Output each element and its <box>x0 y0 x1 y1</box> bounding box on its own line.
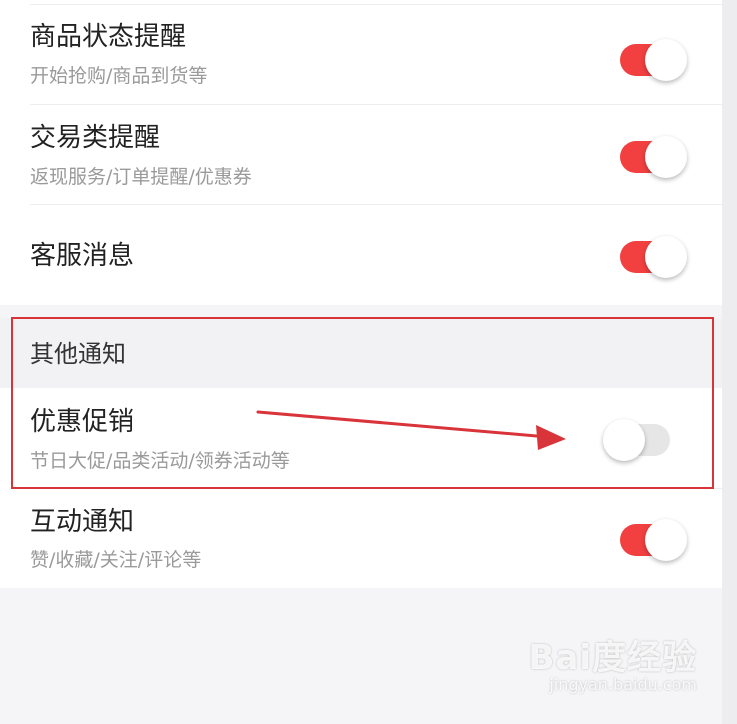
setting-subtitle: 返现服务/订单提醒/优惠券 <box>30 166 252 188</box>
toggle-knob <box>603 419 645 461</box>
setting-subtitle: 节日大促/品类活动/领券活动等 <box>30 450 290 472</box>
setting-subtitle: 赞/收藏/关注/评论等 <box>30 549 202 571</box>
notification-card-main: 商品状态提醒 开始抢购/商品到货等 交易类提醒 返现服务/订单提醒/优惠券 客服… <box>0 0 722 305</box>
customer-service-toggle[interactable] <box>620 236 687 278</box>
section-title: 其他通知 <box>30 340 126 368</box>
notification-settings-page: 商品状态提醒 开始抢购/商品到货等 交易类提醒 返现服务/订单提醒/优惠券 客服… <box>0 0 737 724</box>
setting-title: 优惠促销 <box>30 407 135 437</box>
interaction-toggle[interactable] <box>620 519 687 561</box>
watermark-logo: Bai度经验 jingyan.baidu.com <box>528 640 697 694</box>
section-header-other: 其他通知 <box>0 318 722 388</box>
setting-title: 商品状态提醒 <box>30 22 187 52</box>
toggle-knob <box>645 136 687 178</box>
notification-card-other: 优惠促销 节日大促/品类活动/领券活动等 互动通知 赞/收藏/关注/评论等 <box>0 388 722 588</box>
watermark-url: jingyan.baidu.com <box>549 675 697 694</box>
setting-subtitle: 开始抢购/商品到货等 <box>30 65 208 87</box>
toggle-knob <box>645 39 687 81</box>
setting-title: 交易类提醒 <box>30 123 161 153</box>
setting-row-promotions: 优惠促销 节日大促/品类活动/领券活动等 <box>0 388 722 488</box>
setting-title: 互动通知 <box>30 507 135 537</box>
scrollbar[interactable] <box>722 0 737 724</box>
promotions-toggle[interactable] <box>603 419 670 461</box>
setting-row-transaction: 交易类提醒 返现服务/订单提醒/优惠券 <box>0 104 722 204</box>
transaction-toggle[interactable] <box>620 136 687 178</box>
setting-row-interaction: 互动通知 赞/收藏/关注/评论等 <box>0 488 722 588</box>
watermark-text: Bai度经验 <box>528 638 697 678</box>
setting-row-product-status: 商品状态提醒 开始抢购/商品到货等 <box>0 4 722 104</box>
setting-title: 客服消息 <box>30 241 135 271</box>
product-status-toggle[interactable] <box>620 39 687 81</box>
setting-row-customer-service: 客服消息 <box>0 204 722 305</box>
toggle-knob <box>645 236 687 278</box>
toggle-knob <box>645 519 687 561</box>
